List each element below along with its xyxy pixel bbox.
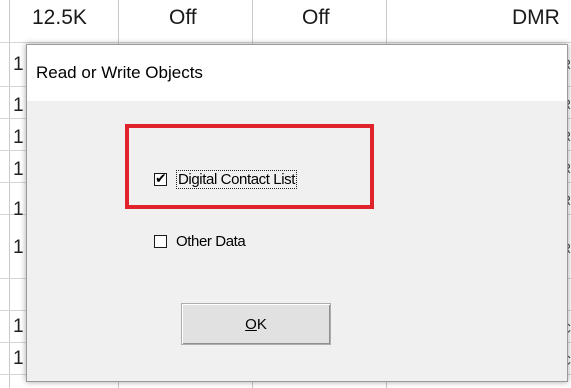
digital-contact-list-option[interactable]: ✔ Digital Contact List: [154, 170, 298, 189]
row-number: 1: [13, 237, 24, 258]
other-data-checkbox[interactable]: [154, 235, 167, 248]
row-number: 1: [13, 316, 24, 337]
digital-contact-list-checkbox[interactable]: ✔: [154, 171, 167, 187]
row-number: 1: [13, 348, 24, 369]
other-data-label: Other Data: [176, 233, 246, 250]
ok-button[interactable]: OK: [181, 303, 331, 345]
dialog-title: Read or Write Objects: [36, 63, 203, 82]
other-data-option[interactable]: Other Data: [154, 233, 246, 250]
table-cell-mode: DMR: [512, 6, 560, 29]
red-highlight-box: [125, 124, 374, 209]
row-number: 1: [13, 159, 24, 180]
table-cell-bandwidth: 12.5K: [32, 6, 87, 29]
dialog-titlebar[interactable]: Read or Write Objects: [27, 45, 567, 101]
row-number: 1: [13, 95, 24, 116]
grid-column-line: [9, 0, 10, 388]
ok-label-rest: K: [256, 315, 267, 333]
digital-contact-list-label: Digital Contact List: [176, 170, 298, 189]
table-cell-off: Off: [302, 6, 330, 29]
row-number: 1: [13, 54, 24, 75]
ok-accelerator: O: [245, 315, 257, 333]
row-number: 1: [13, 199, 24, 220]
row-number: 1: [13, 127, 24, 148]
table-cell-off: Off: [169, 6, 197, 29]
check-mark-icon: ✔: [155, 171, 167, 187]
grid-row-line: [0, 42, 571, 43]
read-write-objects-dialog: Read or Write Objects ✔ Digital Contact …: [26, 44, 568, 382]
